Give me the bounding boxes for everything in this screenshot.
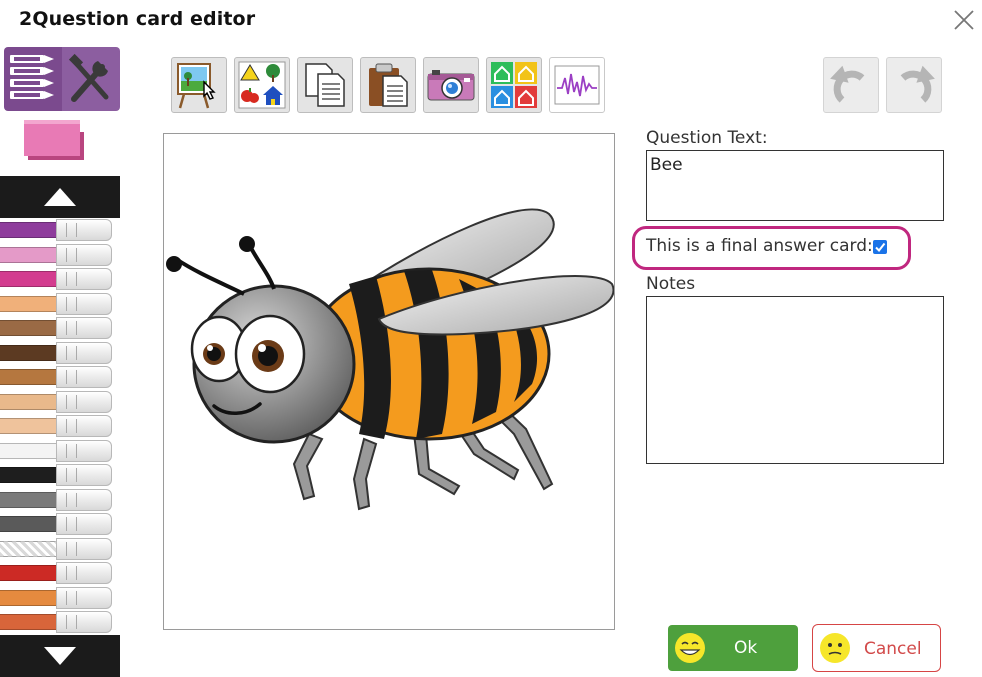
pen-color-swatch[interactable]: [0, 292, 114, 315]
toolbar-button-symbols[interactable]: [234, 57, 290, 113]
pen-palette: [0, 176, 120, 677]
final-answer-checkbox[interactable]: [873, 240, 887, 254]
undo-icon: [830, 65, 865, 103]
pen-color-swatch[interactable]: [0, 464, 114, 487]
pen-list: [0, 218, 120, 635]
toolbar-button-camera[interactable]: [423, 57, 479, 113]
eraser-icon[interactable]: [24, 118, 88, 164]
toolbar-button-waveform[interactable]: [549, 57, 605, 113]
ok-button[interactable]: Ok: [668, 625, 798, 671]
toolbar-button-paste[interactable]: [360, 57, 416, 113]
pen-color-swatch[interactable]: [0, 341, 114, 364]
pen-color-swatch[interactable]: [0, 537, 114, 560]
scroll-up-button[interactable]: [0, 176, 120, 218]
camera-icon: [427, 70, 475, 101]
waveform-icon: [554, 65, 600, 105]
close-icon[interactable]: [953, 9, 975, 31]
redo-icon: [900, 65, 935, 103]
pen-color-swatch[interactable]: [0, 366, 114, 389]
drawing-canvas[interactable]: [163, 133, 615, 630]
toolbar-button-easel[interactable]: [171, 57, 227, 113]
triangle-up-icon: [44, 188, 76, 206]
bee-illustration: [166, 208, 615, 511]
pen-color-swatch[interactable]: [0, 243, 114, 266]
toolbar-button-copy[interactable]: [297, 57, 353, 113]
pen-color-swatch[interactable]: [0, 268, 114, 291]
quadrant-houses-icon: [491, 62, 537, 108]
tool-mode-toggle[interactable]: [4, 47, 120, 111]
question-text-label: Question Text:: [646, 128, 768, 148]
pen-color-swatch[interactable]: [0, 611, 114, 634]
cancel-label: Cancel: [864, 639, 922, 659]
notes-label: Notes: [646, 274, 696, 294]
pen-color-swatch[interactable]: [0, 586, 114, 609]
question-text-input[interactable]: Bee: [646, 150, 944, 221]
pens-mode-icon[interactable]: [4, 47, 62, 111]
dialog-title: 2Question card editor: [19, 8, 256, 30]
symbols-gallery-icon: [238, 61, 286, 109]
checkmark-icon: [875, 242, 886, 253]
scroll-down-button[interactable]: [0, 635, 120, 677]
smiling-face-icon: [675, 633, 705, 663]
final-answer-label: This is a final answer card:: [646, 236, 873, 256]
ok-label: Ok: [734, 638, 758, 658]
pen-color-swatch[interactable]: [0, 488, 114, 511]
pen-color-swatch[interactable]: [0, 415, 114, 438]
undo-button[interactable]: [823, 57, 879, 113]
easel-pointer-icon: [177, 63, 216, 109]
pen-color-swatch[interactable]: [0, 219, 114, 241]
tools-mode-icon[interactable]: [62, 47, 120, 111]
notes-textarea[interactable]: [646, 296, 944, 464]
pen-color-swatch[interactable]: [0, 317, 114, 340]
triangle-down-icon: [44, 647, 76, 665]
pen-color-swatch[interactable]: [0, 439, 114, 462]
neutral-face-icon: [820, 633, 850, 663]
cancel-button[interactable]: Cancel: [812, 624, 941, 672]
toolbar-button-quadrant[interactable]: [486, 57, 542, 113]
pen-color-swatch[interactable]: [0, 562, 114, 585]
pen-color-swatch[interactable]: [0, 390, 114, 413]
redo-button[interactable]: [886, 57, 942, 113]
paste-icon: [369, 63, 408, 107]
pen-color-swatch[interactable]: [0, 513, 114, 536]
copy-icon: [305, 63, 345, 107]
